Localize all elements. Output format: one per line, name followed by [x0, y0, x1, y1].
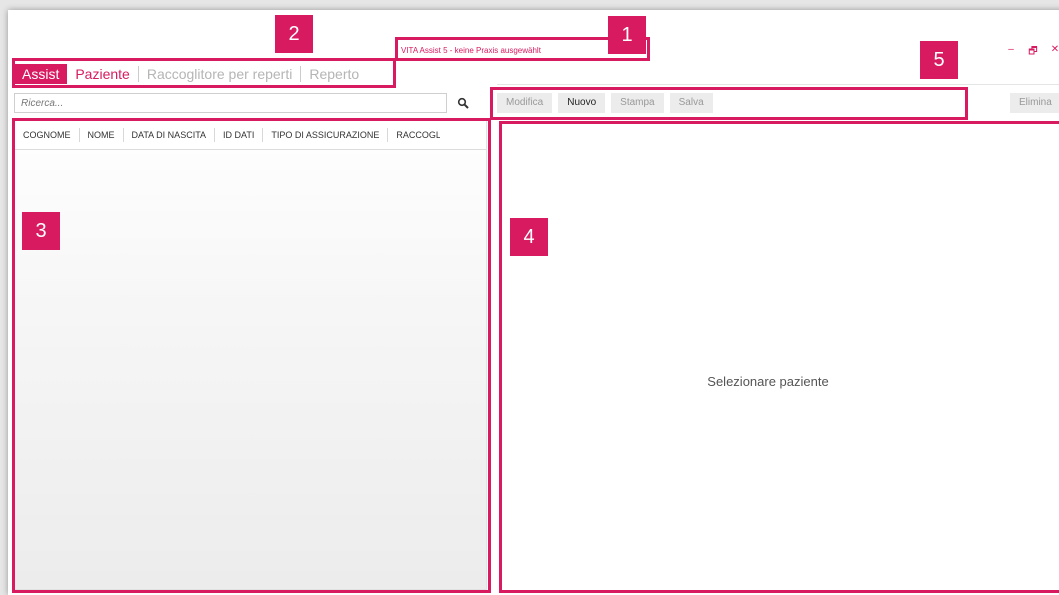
annotation-box-3 — [12, 118, 491, 593]
annotation-badge-4: 4 — [510, 218, 548, 256]
restore-icon[interactable]: 🗗 — [1027, 44, 1039, 61]
annotation-badge-3: 3 — [22, 212, 60, 250]
annotation-box-4 — [499, 121, 1059, 593]
header-divider — [497, 84, 1059, 85]
annotation-badge-2: 2 — [275, 15, 313, 53]
minimize-icon[interactable]: – — [1005, 44, 1017, 61]
annotation-box-2 — [12, 58, 396, 88]
search-icon — [457, 97, 469, 109]
annotation-box-5 — [490, 87, 968, 120]
delete-button[interactable]: Elimina — [1010, 93, 1059, 113]
annotation-badge-5: 5 — [920, 41, 958, 79]
window-controls: – 🗗 ✕ — [1005, 44, 1059, 61]
search-input[interactable]: Ricerca... — [14, 93, 447, 113]
search-button[interactable] — [452, 93, 474, 113]
annotation-badge-1: 1 — [608, 16, 646, 54]
close-icon[interactable]: ✕ — [1049, 44, 1059, 61]
